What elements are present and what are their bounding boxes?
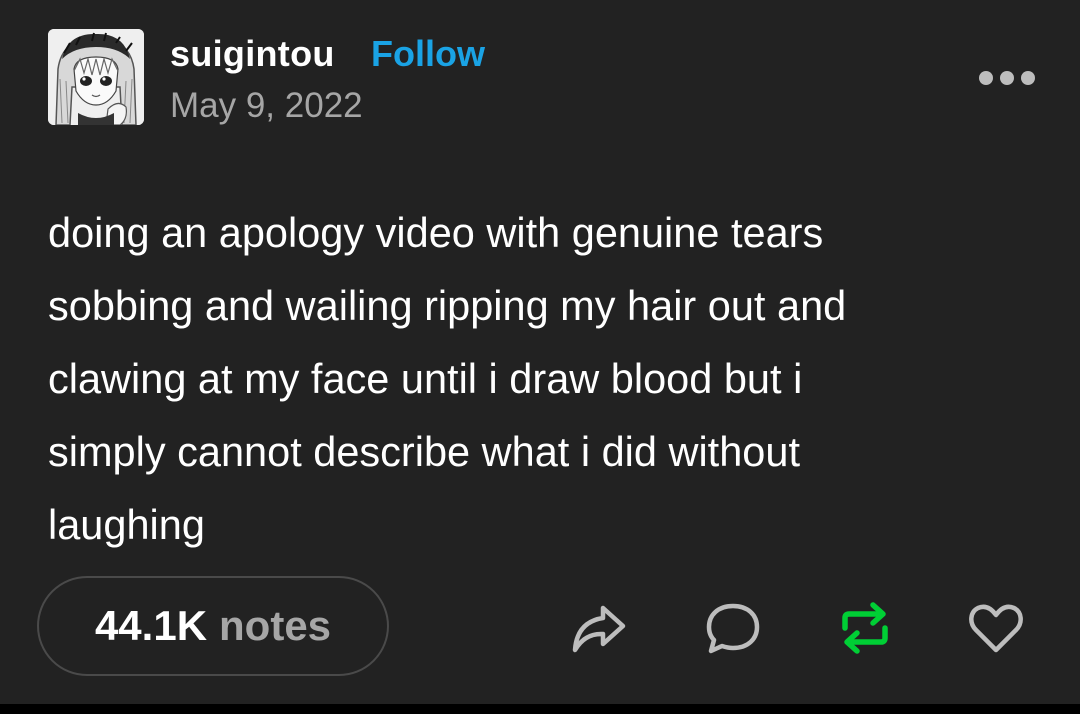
avatar[interactable]: [48, 29, 144, 125]
share-icon: [572, 605, 626, 653]
post-date: May 9, 2022: [170, 86, 363, 125]
notes-label: notes: [219, 602, 332, 649]
post-body: doing an apology video with genuine tear…: [48, 196, 1038, 561]
post-text-line: simply cannot describe what i did withou…: [48, 428, 800, 475]
more-options-button[interactable]: [976, 64, 1038, 92]
author-username[interactable]: suigintou: [170, 33, 335, 75]
post-text-line: laughing: [48, 501, 205, 548]
notes-button[interactable]: 44.1K notes: [37, 576, 389, 676]
more-options-icon: [979, 71, 1035, 85]
like-icon: [969, 604, 1023, 653]
post-card: suigintou Follow May 9, 2022 doing an ap…: [0, 0, 1080, 704]
post-text-line: clawing at my face until i draw blood bu…: [48, 355, 803, 402]
anime-girl-avatar-icon: [48, 29, 144, 125]
share-button[interactable]: [569, 598, 629, 658]
reply-icon: [706, 603, 760, 654]
reply-button[interactable]: [703, 598, 763, 658]
like-button[interactable]: [966, 598, 1026, 658]
post-text-line: doing an apology video with genuine tear…: [48, 209, 824, 256]
follow-button[interactable]: Follow: [371, 33, 485, 75]
reblog-button[interactable]: [835, 598, 895, 658]
bottom-edge: [0, 704, 1080, 714]
reblog-icon: [842, 602, 888, 654]
post-text-line: sobbing and wailing ripping my hair out …: [48, 282, 847, 329]
notes-count: 44.1K: [94, 602, 208, 649]
